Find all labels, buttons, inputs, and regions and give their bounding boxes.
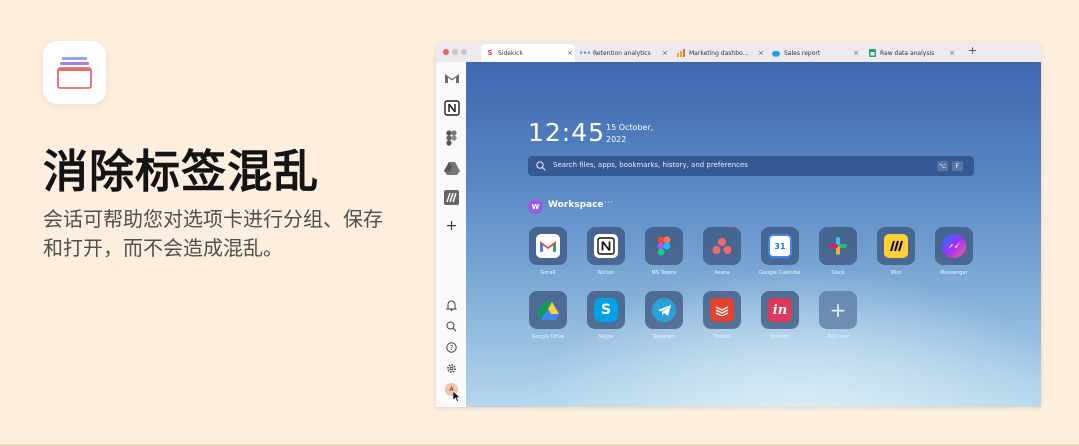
tab-bar: S Sidekick × ••• Retention analytics × M… bbox=[436, 42, 1041, 62]
app-tile-asana[interactable]: Asana bbox=[696, 227, 748, 277]
add-icon: + bbox=[829, 298, 847, 322]
app-tile-google-calendar[interactable]: 31 Google Calendar bbox=[754, 227, 806, 277]
notion-icon[interactable] bbox=[443, 99, 460, 116]
workspace-more-icon[interactable]: ··· bbox=[604, 198, 613, 208]
app-tile-todoist[interactable]: Todoist bbox=[696, 291, 748, 341]
tab-label: Sidekick bbox=[498, 49, 523, 57]
help-icon[interactable]: ? bbox=[445, 341, 458, 354]
app-label: Asana bbox=[714, 270, 730, 276]
app-tile-skype[interactable]: S Skype bbox=[580, 291, 632, 341]
tab-label: Sales report bbox=[784, 49, 821, 57]
app-logo bbox=[43, 41, 106, 104]
browser-window: S Sidekick × ••• Retention analytics × M… bbox=[436, 42, 1041, 407]
app-tile-miro[interactable]: Miro bbox=[870, 227, 922, 277]
shortcut-key-f: F bbox=[952, 161, 963, 171]
headline: 消除标签混乱 bbox=[43, 145, 320, 198]
sheets-icon bbox=[868, 49, 876, 57]
close-icon[interactable]: × bbox=[660, 49, 670, 57]
stacked-cards-icon bbox=[57, 57, 92, 89]
app-label: Telegram bbox=[652, 334, 676, 340]
figma-icon bbox=[652, 234, 676, 258]
app-tile-ms-teams[interactable]: MS Teams bbox=[638, 227, 690, 277]
app-tile-add-new[interactable]: + Add new bbox=[812, 291, 864, 341]
search-placeholder: Search files, apps, bookmarks, history, … bbox=[553, 161, 748, 169]
app-label: Add new bbox=[827, 334, 849, 340]
bar-chart-icon bbox=[677, 49, 685, 57]
settings-icon[interactable] bbox=[445, 362, 458, 375]
app-tile-invision[interactable]: in Invision bbox=[754, 291, 806, 341]
shortcut-key-option: ⌥ bbox=[937, 161, 948, 171]
description: 会话可帮助您对选项卡进行分组、保存和打开，而不会造成混乱。 bbox=[43, 207, 383, 260]
app-label: Google Drive bbox=[531, 334, 565, 340]
close-icon[interactable]: × bbox=[565, 49, 575, 57]
new-tab-page: 12:45 15 October, 2022 Search files, app… bbox=[466, 62, 1041, 407]
app-label: Google Calendar bbox=[759, 270, 801, 276]
svg-text:?: ? bbox=[450, 344, 454, 352]
search-icon[interactable] bbox=[445, 320, 458, 333]
app-tile-messenger[interactable]: Messenger bbox=[928, 227, 980, 277]
search-input[interactable]: Search files, apps, bookmarks, history, … bbox=[528, 156, 974, 176]
close-icon[interactable]: × bbox=[947, 49, 957, 57]
app-label: Todoist bbox=[713, 334, 731, 340]
app-sidebar: + ? A bbox=[436, 62, 466, 407]
app-tile-slack[interactable]: Slack bbox=[812, 227, 864, 277]
telegram-icon bbox=[652, 298, 676, 322]
close-window-dot[interactable] bbox=[443, 49, 449, 55]
app-label: Slack bbox=[831, 270, 845, 276]
miro-icon[interactable] bbox=[443, 189, 460, 206]
bell-icon[interactable] bbox=[445, 298, 458, 311]
app-label: MS Teams bbox=[651, 270, 677, 276]
notion-icon bbox=[594, 234, 618, 258]
salesforce-cloud-icon bbox=[772, 49, 780, 57]
miro-icon bbox=[884, 234, 908, 258]
tab-sidekick[interactable]: S Sidekick × bbox=[481, 44, 575, 62]
app-tile-google-drive[interactable]: Google Drive bbox=[522, 291, 574, 341]
minimize-window-dot[interactable] bbox=[452, 49, 458, 55]
tab-label: Raw data analysis bbox=[880, 49, 935, 57]
search-icon bbox=[536, 161, 546, 171]
maximize-window-dot[interactable] bbox=[461, 49, 467, 55]
workspace-avatar[interactable]: W bbox=[528, 199, 543, 214]
app-tile-notion[interactable]: Notion bbox=[580, 227, 632, 277]
tab-label: Marketing dashbo... bbox=[689, 49, 749, 57]
app-label: Notion bbox=[597, 270, 615, 276]
new-tab-button[interactable]: + bbox=[968, 44, 977, 57]
messenger-icon bbox=[942, 234, 966, 258]
gmail-icon[interactable] bbox=[443, 69, 460, 86]
sidekick-logo-icon: S bbox=[487, 49, 493, 57]
tab-sales-report[interactable]: Sales report × bbox=[767, 44, 861, 62]
tab-raw-data-analysis[interactable]: Raw data analysis × bbox=[863, 44, 957, 62]
app-tile-telegram[interactable]: Telegram bbox=[638, 291, 690, 341]
tab-label: Retention analytics bbox=[593, 49, 651, 57]
skype-icon: S bbox=[594, 298, 618, 322]
close-icon[interactable]: × bbox=[756, 49, 766, 57]
todoist-icon bbox=[710, 298, 734, 322]
google-drive-icon[interactable] bbox=[443, 159, 460, 176]
app-label: Miro bbox=[890, 270, 902, 276]
slack-icon bbox=[826, 234, 850, 258]
app-label: Messenger bbox=[940, 270, 968, 276]
dots-icon: ••• bbox=[579, 49, 591, 57]
calendar-icon: 31 bbox=[768, 234, 792, 258]
close-icon[interactable]: × bbox=[851, 49, 861, 57]
google-drive-icon bbox=[536, 298, 560, 322]
figma-icon[interactable] bbox=[443, 129, 460, 146]
add-app-button[interactable]: + bbox=[443, 217, 460, 234]
gmail-icon bbox=[536, 234, 560, 258]
app-label: Gmail bbox=[540, 270, 556, 276]
clock-time: 12:45 bbox=[528, 118, 606, 147]
app-label: Skype bbox=[598, 334, 614, 340]
cursor-icon bbox=[453, 391, 461, 402]
app-label: Invision bbox=[770, 334, 790, 340]
workspace-label[interactable]: Workspace bbox=[548, 200, 604, 210]
tab-marketing-dashboard[interactable]: Marketing dashbo... × bbox=[672, 44, 766, 62]
asana-icon bbox=[710, 234, 734, 258]
tab-retention-analytics[interactable]: ••• Retention analytics × bbox=[576, 44, 670, 62]
app-tile-gmail[interactable]: Gmail bbox=[522, 227, 574, 277]
invision-icon: in bbox=[768, 298, 792, 322]
clock-date: 15 October, 2022 bbox=[606, 123, 654, 144]
